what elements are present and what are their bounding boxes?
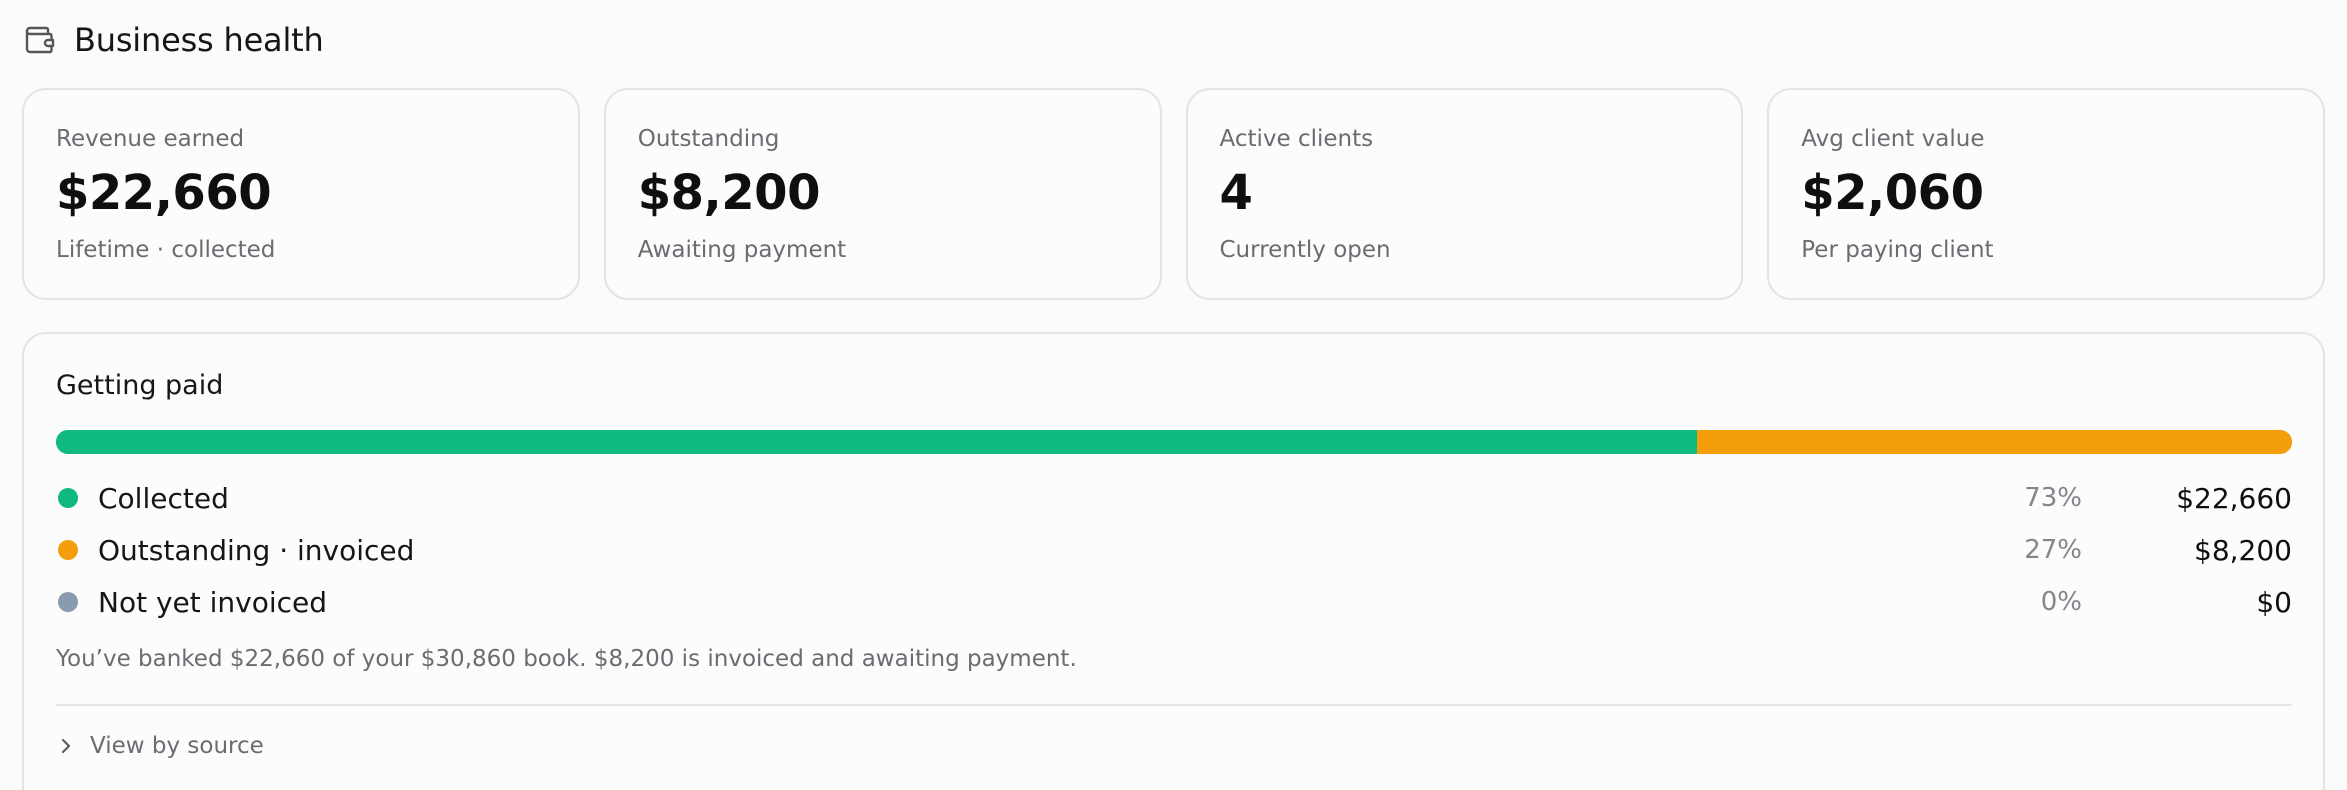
metric-card-outstanding: Outstanding $8,200 Awaiting payment (603, 88, 1162, 300)
view-by-source-label: View by source (90, 733, 264, 759)
page-title: Business health (74, 21, 324, 59)
legend-percent: 73% (2024, 483, 2082, 513)
metric-label: Active clients (1219, 126, 1374, 152)
page-header: Business health (24, 18, 324, 62)
legend-percent: 27% (2024, 535, 2082, 565)
metric-subtext: Per paying client (1801, 237, 1994, 263)
metric-cards: Revenue earned $22,660 Lifetime · collec… (22, 88, 2325, 300)
legend-row-not-invoiced: Not yet invoiced 0% $0 (56, 582, 2292, 622)
metric-value: 4 (1219, 165, 1253, 221)
metric-subtext: Awaiting payment (637, 237, 847, 263)
legend-amount: $22,660 (2176, 481, 2292, 515)
chevron-right-icon (56, 736, 76, 756)
metric-label: Outstanding (637, 126, 780, 152)
legend-percent: 0% (2040, 587, 2082, 617)
payment-progress-bar (56, 430, 2292, 454)
metric-subtext: Lifetime · collected (56, 237, 276, 263)
status-dot (58, 540, 78, 560)
metric-label: Revenue earned (56, 126, 245, 152)
panel-title: Getting paid (56, 370, 224, 401)
divider (56, 704, 2292, 706)
metric-value: $22,660 (56, 165, 272, 221)
payment-summary: You’ve banked $22,660 of your $30,860 bo… (56, 646, 1077, 672)
legend-row-collected: Collected 73% $22,660 (56, 478, 2292, 518)
status-dot (58, 488, 78, 508)
bar-segment-outstanding (1697, 430, 2292, 454)
metric-value: $2,060 (1801, 165, 1984, 221)
getting-paid-panel: Getting paid Collected 73% $22,660 Outst… (22, 332, 2325, 790)
metric-card-active-clients: Active clients 4 Currently open (1185, 88, 1744, 300)
legend-label: Not yet invoiced (98, 585, 328, 619)
metric-label: Avg client value (1801, 126, 1985, 152)
status-dot (58, 592, 78, 612)
legend-label: Outstanding · invoiced (98, 533, 415, 567)
legend-amount: $0 (2256, 585, 2292, 619)
legend-amount: $8,200 (2194, 533, 2292, 567)
view-by-source-toggle[interactable]: View by source (56, 728, 264, 764)
metric-subtext: Currently open (1219, 237, 1391, 263)
wallet-icon (24, 24, 56, 56)
legend-row-outstanding: Outstanding · invoiced 27% $8,200 (56, 530, 2292, 570)
bar-segment-collected (56, 430, 1698, 454)
metric-card-avg-client-value: Avg client value $2,060 Per paying clien… (1767, 88, 2325, 300)
legend-label: Collected (98, 481, 229, 515)
metric-card-revenue: Revenue earned $22,660 Lifetime · collec… (22, 88, 580, 300)
metric-value: $8,200 (637, 165, 821, 221)
